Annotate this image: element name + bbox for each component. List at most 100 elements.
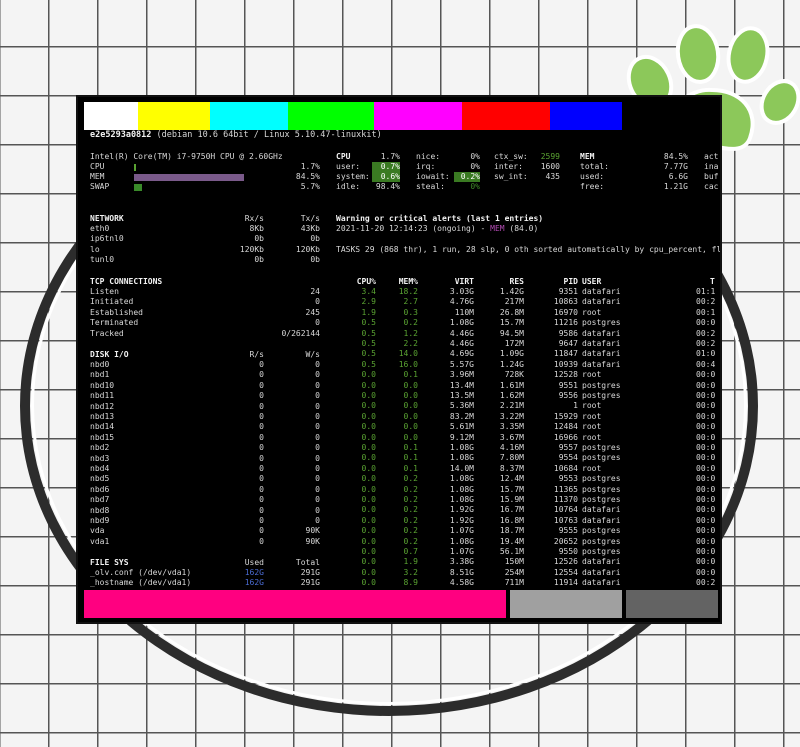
network-iface-name: lo	[90, 244, 100, 254]
proc-virt: 1.08G	[449, 453, 474, 463]
disk-row-read: 0	[259, 536, 264, 546]
proc-time: 00:0	[696, 505, 716, 515]
proc-res: 16.8M	[499, 515, 524, 525]
disk-row-write: 0	[315, 474, 320, 484]
proc-virt: 1.08G	[449, 474, 474, 484]
proc-mem: 0.0	[403, 401, 418, 411]
proc-time: 00:0	[696, 443, 716, 452]
proc-res: 15.7M	[499, 484, 524, 494]
proc-user: datafari	[582, 515, 621, 525]
proc-pid: 9550	[558, 547, 578, 556]
proc-header-pid: PID	[563, 277, 578, 286]
proc-virt: 1.08G	[449, 443, 474, 452]
fs-row-total: 291G	[300, 568, 320, 577]
proc-mem: 0.3	[403, 307, 418, 317]
proc-user: postgres	[582, 474, 621, 484]
proc-time: 00:0	[696, 318, 716, 328]
network-tx-value: 0b	[310, 234, 320, 244]
proc-mem: 0.0	[403, 422, 418, 432]
disk-row-read: 0	[259, 380, 264, 390]
proc-cpu: 0.0	[361, 578, 376, 588]
cpu-ctx-value: 2599	[540, 152, 560, 161]
proc-pid: 20652	[553, 536, 578, 546]
alerts-title: Warning or critical alerts (last 1 entri…	[336, 214, 544, 223]
proc-time: 00:0	[696, 453, 716, 463]
proc-pid: 12484	[553, 422, 578, 432]
cpu-nice-label: nice:	[416, 152, 441, 161]
disk-row-name: nbd7	[90, 495, 110, 505]
proc-cpu: 0.0	[361, 495, 376, 504]
fs-row-used: 162G	[244, 578, 264, 588]
proc-mem: 0.2	[403, 505, 418, 515]
proc-cpu: 0.0	[361, 536, 376, 546]
disk-row-write: 0	[315, 443, 320, 453]
proc-res: 94.5M	[499, 328, 524, 338]
disk-row-name: nbd9	[90, 516, 110, 525]
proc-virt: 1.08G	[449, 495, 474, 504]
proc-time: 00:1	[696, 307, 716, 317]
disk-row-name: nbd8	[90, 505, 110, 515]
cpu-iowait-label: iowait:	[416, 172, 450, 181]
hostname: e2e5293a0812	[90, 130, 152, 140]
proc-res: 12.4M	[499, 474, 524, 484]
disk-row-name: nbd5	[90, 474, 110, 484]
cpu-inter-value: 1600	[540, 162, 560, 171]
proc-virt: 1.92G	[449, 515, 474, 525]
mem-used-value: 6.6G	[668, 172, 688, 181]
proc-res: 4.16M	[499, 443, 524, 452]
network-tx-value: 0b	[310, 255, 320, 265]
disk-row-read: 0	[259, 422, 264, 432]
proc-mem: 18.2	[398, 287, 418, 296]
proc-time: 00:0	[696, 474, 716, 484]
proc-mem: 0.1	[403, 463, 418, 473]
cpu-swint-label: sw_int:	[494, 172, 528, 181]
proc-res: 254M	[504, 567, 524, 577]
mem-inactive-label: ina	[704, 162, 719, 171]
cpu-title: CPU	[336, 152, 351, 161]
proc-user: datafari	[582, 297, 621, 307]
disk-row-read: 0	[259, 412, 264, 421]
proc-user: root	[582, 432, 602, 442]
disk-row-write: 90K	[305, 526, 320, 536]
mem-total-value: 7.77G	[663, 162, 688, 171]
proc-cpu: 0.0	[361, 463, 376, 473]
tcp-row-name: Listen	[90, 287, 119, 296]
proc-virt: 1.92G	[449, 505, 474, 515]
disk-row-write: 0	[315, 432, 320, 442]
tcp-row-name: Initiated	[90, 297, 134, 307]
proc-mem: 2.7	[403, 297, 418, 307]
disk-read-header: R/s	[249, 350, 264, 359]
disk-row-read: 0	[259, 443, 264, 453]
disk-row-read: 0	[259, 495, 264, 505]
tcp-row-name: Terminated	[90, 318, 139, 328]
disk-row-name: nbd1	[90, 370, 110, 380]
mem-title: MEM	[580, 152, 595, 161]
proc-cpu: 0.0	[361, 547, 376, 556]
proc-virt: 3.38G	[449, 557, 474, 567]
proc-header-cpu: CPU%	[356, 277, 376, 286]
proc-cpu: 0.0	[361, 411, 376, 421]
proc-time: 00:2	[696, 328, 716, 338]
proc-virt: 8.51G	[449, 567, 474, 577]
proc-res: 8.37M	[499, 463, 524, 473]
proc-res: 217M	[504, 297, 524, 307]
mem-buffers-label: buf	[704, 172, 719, 181]
proc-mem: 0.0	[403, 380, 418, 390]
system-header: e2e5293a0812 (debian 10.6 64bit / Linux …	[90, 130, 382, 140]
disk-row-name: nbd3	[90, 453, 110, 463]
proc-user: postgres	[582, 318, 621, 328]
proc-res: 16.7M	[499, 505, 524, 515]
disk-row-read: 0	[259, 391, 264, 401]
proc-user: datafari	[582, 328, 621, 338]
proc-time: 00:0	[696, 401, 716, 411]
ql-swap-label: SWAP	[90, 182, 110, 191]
proc-res: 7.80M	[499, 453, 524, 463]
cpu-ctx-label: ctx_sw:	[494, 152, 528, 161]
proc-user: root	[582, 307, 602, 317]
mem-cached-label: cac	[704, 182, 719, 191]
proc-time: 00:0	[696, 391, 716, 400]
proc-time: 00:2	[696, 578, 716, 588]
proc-pid: 9556	[558, 391, 578, 400]
cpu-total: 1.7%	[380, 152, 400, 161]
network-tx-header: Tx/s	[300, 214, 320, 223]
